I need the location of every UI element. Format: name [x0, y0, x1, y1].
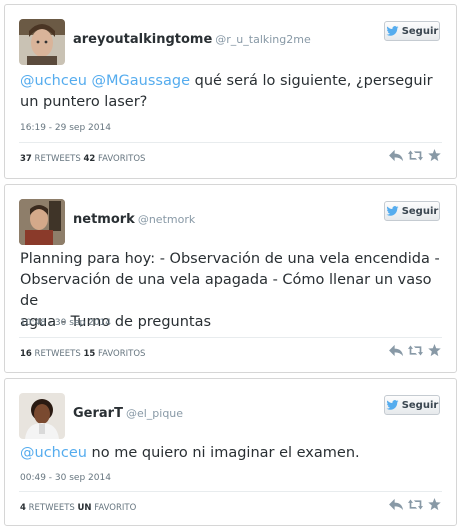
twitter-bird-icon — [386, 26, 399, 36]
tweet-text-line: Planning para hoy: - Observación de una … — [20, 251, 440, 267]
tweet-text-line: @uchceu no me quiero ni imaginar el exam… — [20, 443, 442, 464]
display-name[interactable]: areyoutalkingtome — [73, 32, 212, 47]
favorite-label: FAVORITOS — [98, 154, 146, 164]
tweet-actions — [389, 498, 442, 511]
mention-link[interactable]: @uchceu — [20, 73, 87, 89]
tweet-text: @uchceu @MGaussage qué será lo siguiente… — [20, 71, 442, 113]
retweet-count[interactable]: 16 — [20, 349, 32, 359]
favorite-count[interactable]: 15 — [83, 349, 95, 359]
retweet-label: RETWEETS — [34, 349, 81, 359]
tweet-stats: 4 RETWEETS UN FAVORITO — [20, 503, 136, 513]
tweet-text-fragment: qué será lo siguiente, ¿perseguir — [190, 73, 433, 89]
avatar[interactable] — [19, 19, 65, 65]
favorite-label: FAVORITOS — [98, 349, 146, 359]
user-handle[interactable]: @netmork — [138, 213, 195, 226]
tweet-stats: 16 RETWEETS 15 FAVORITOS — [20, 349, 145, 359]
avatar[interactable] — [19, 199, 65, 245]
tweet-timestamp[interactable]: 00:49 - 30 sep 2014 — [20, 473, 111, 483]
tweet-timestamp[interactable]: 16:19 - 29 sep 2014 — [20, 123, 111, 133]
display-name[interactable]: GerarT — [73, 406, 123, 421]
author-names: GerarT @el_pique — [73, 402, 183, 421]
tweet-timestamp[interactable]: 10:48 - 30 sep 2014 — [20, 318, 111, 328]
twitter-bird-icon — [386, 400, 399, 410]
tweet-card: GerarT @el_pique Seguir @uchceu no me qui… — [4, 378, 457, 526]
retweet-icon[interactable] — [408, 149, 423, 162]
tweet-actions — [389, 149, 442, 162]
favorite-star-icon[interactable] — [427, 498, 442, 511]
follow-label: Seguir — [401, 399, 439, 411]
tweet-text-line: Observación de una vela apagada - Cómo l… — [20, 272, 432, 309]
retweet-count[interactable]: 4 — [20, 503, 26, 513]
tweet-actions — [389, 344, 442, 357]
twitter-bird-icon — [386, 206, 399, 216]
follow-button[interactable]: Seguir — [384, 201, 440, 221]
favorite-count[interactable]: UN — [78, 503, 92, 513]
tweet-card: areyoutalkingtome @r_u_talking2me Seguir … — [4, 4, 457, 179]
display-name[interactable]: netmork — [73, 212, 135, 227]
divider — [19, 491, 442, 492]
avatar[interactable] — [19, 393, 65, 439]
retweet-label: RETWEETS — [28, 503, 75, 513]
reply-icon[interactable] — [389, 498, 404, 511]
tweet-text: @uchceu no me quiero ni imaginar el exam… — [20, 443, 442, 464]
favorite-count[interactable]: 42 — [83, 154, 95, 164]
follow-label: Seguir — [401, 205, 439, 217]
author-names: netmork @netmork — [73, 208, 195, 227]
mention-link[interactable]: @uchceu — [20, 445, 87, 461]
favorite-star-icon[interactable] — [427, 149, 442, 162]
divider — [19, 337, 442, 338]
tweet-text-line: @uchceu @MGaussage qué será lo siguiente… — [20, 71, 442, 92]
tweet-stats: 37 RETWEETS 42 FAVORITOS — [20, 154, 145, 164]
favorite-star-icon[interactable] — [427, 344, 442, 357]
mention-link[interactable]: @MGaussage — [92, 73, 190, 89]
user-handle[interactable]: @r_u_talking2me — [215, 33, 310, 46]
retweet-icon[interactable] — [408, 344, 423, 357]
follow-button[interactable]: Seguir — [384, 21, 440, 41]
author-names: areyoutalkingtome @r_u_talking2me — [73, 28, 311, 47]
follow-button[interactable]: Seguir — [384, 395, 440, 415]
retweet-count[interactable]: 37 — [20, 154, 32, 164]
tweet-card: netmork @netmork Seguir Planning para hoy… — [4, 184, 457, 373]
retweet-label: RETWEETS — [34, 154, 81, 164]
reply-icon[interactable] — [389, 149, 404, 162]
favorite-label: FAVORITO — [94, 503, 137, 513]
reply-icon[interactable] — [389, 344, 404, 357]
follow-label: Seguir — [401, 25, 439, 37]
user-handle[interactable]: @el_pique — [126, 407, 183, 420]
divider — [19, 142, 442, 143]
tweet-text-line: un puntero laser? — [20, 94, 148, 110]
retweet-icon[interactable] — [408, 498, 423, 511]
tweet-text-fragment: no me quiero ni imaginar el examen. — [86, 445, 360, 461]
